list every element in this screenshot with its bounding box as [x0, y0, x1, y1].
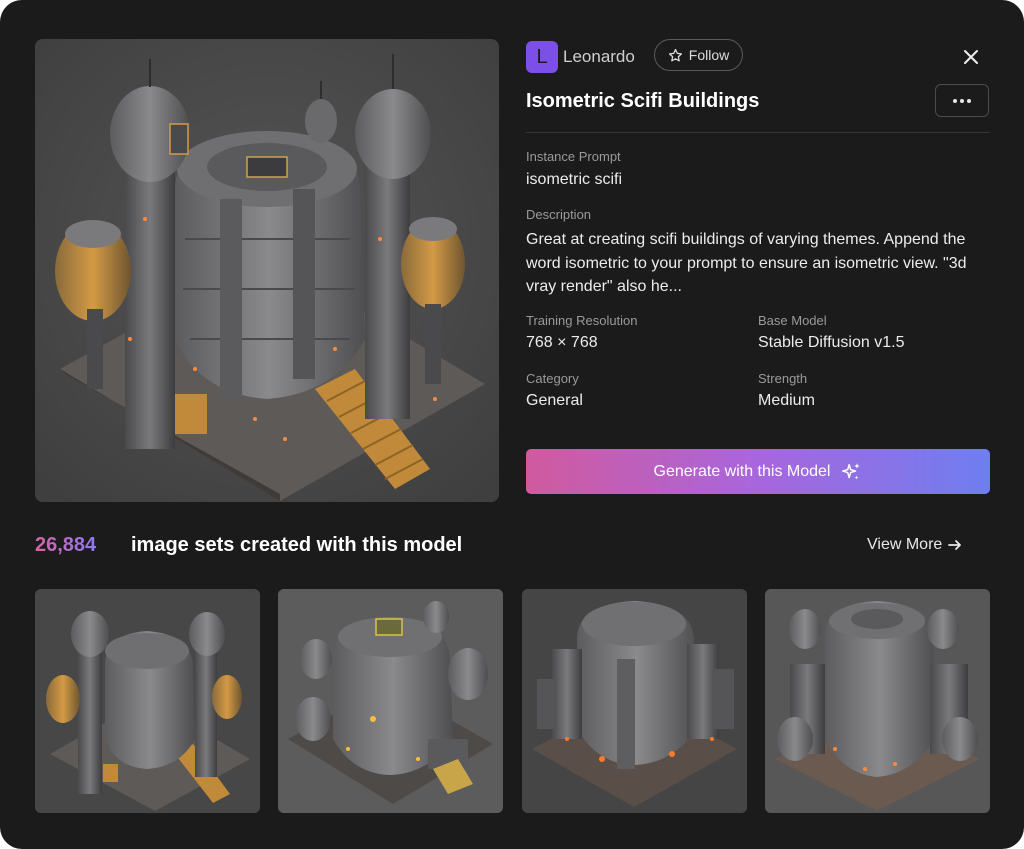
more-icon [953, 98, 971, 103]
category-value: General [526, 392, 583, 409]
base-model-label: Base Model [758, 313, 827, 328]
view-more-label: View More [867, 536, 943, 553]
model-details-modal: L Leonardo Follow Isometric Scifi Buildi… [0, 0, 1024, 849]
base-model-value: Stable Diffusion v1.5 [758, 334, 905, 351]
description-label: Description [526, 207, 592, 222]
description-text: Great at creating scifi buildings of var… [526, 231, 967, 295]
arrow-right-icon [948, 540, 962, 550]
follow-button[interactable]: Follow [654, 39, 743, 71]
close-button[interactable] [958, 44, 984, 70]
image-set-count-text: image sets created with this model [131, 534, 463, 556]
image-set-count: 26,884 [35, 534, 97, 556]
training-resolution-label: Training Resolution [526, 313, 638, 328]
strength-value: Medium [758, 392, 815, 409]
generate-with-model-button[interactable]: Generate with this Model [526, 449, 990, 494]
model-title: Isometric Scifi Buildings [526, 90, 760, 112]
more-options-button[interactable] [935, 84, 989, 117]
gallery-thumbnail-1[interactable] [35, 589, 260, 813]
sparkle-icon [842, 462, 861, 479]
instance-prompt-label: Instance Prompt [526, 149, 621, 164]
creator-name[interactable]: Leonardo [563, 46, 635, 68]
follow-label: Follow [688, 47, 730, 63]
model-hero-image [35, 39, 499, 502]
gallery-thumbnail-2[interactable] [278, 589, 503, 813]
gallery-thumbnail-3[interactable] [522, 589, 747, 813]
gallery-thumbnail-4[interactable] [765, 589, 990, 813]
category-label: Category [526, 371, 579, 386]
star-icon [668, 48, 682, 61]
strength-label: Strength [758, 371, 808, 386]
view-more-link[interactable]: View More [867, 535, 962, 555]
creator-avatar[interactable]: L [526, 41, 558, 73]
generate-label: Generate with this Model [653, 462, 831, 480]
training-resolution-value: 768 × 768 [526, 334, 598, 351]
instance-prompt-value: isometric scifi [526, 171, 623, 188]
divider [526, 132, 990, 133]
close-icon [964, 50, 978, 64]
